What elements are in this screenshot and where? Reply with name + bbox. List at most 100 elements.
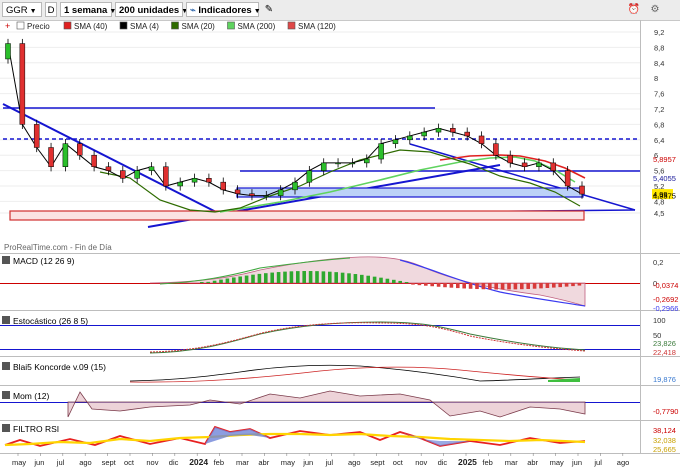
candle-body bbox=[407, 135, 413, 141]
macd-histogram-bar bbox=[558, 283, 562, 288]
candle-body bbox=[450, 128, 456, 133]
macd-panel: MACD (12 26 9) bbox=[0, 256, 640, 307]
macd-histogram-bar bbox=[564, 283, 569, 287]
macd-histogram-bar bbox=[264, 273, 268, 283]
candle-body bbox=[62, 143, 69, 168]
macd-histogram-bar bbox=[347, 273, 351, 283]
candle-body bbox=[392, 139, 399, 144]
macd-histogram-bar bbox=[449, 283, 454, 288]
price-grid bbox=[0, 31, 640, 214]
candle-body bbox=[536, 162, 542, 167]
price-tick-label: 6,4 bbox=[654, 136, 664, 145]
candle-body bbox=[579, 185, 585, 195]
macd-histogram-bar bbox=[334, 272, 338, 283]
candle-body bbox=[19, 43, 26, 125]
candle-body bbox=[163, 166, 169, 187]
macd-histogram-bar bbox=[507, 283, 511, 290]
candle-body bbox=[507, 154, 513, 164]
period-label: 1 semana bbox=[64, 5, 108, 16]
pencil-icon[interactable]: ✎ bbox=[263, 2, 275, 17]
macd-histogram-bar bbox=[552, 283, 556, 288]
macd-value-label: -0,2692 bbox=[653, 295, 678, 304]
rsi-filter-panel: FILTRO RSI bbox=[2, 424, 586, 447]
price-tick-label: 6,8 bbox=[654, 120, 664, 129]
zone-rectangle-red bbox=[9, 210, 585, 221]
x-axis-label: jul bbox=[56, 458, 65, 467]
chevron-down-icon: ▼ bbox=[253, 8, 261, 15]
macd-histogram-bar bbox=[430, 283, 434, 287]
macd-histogram-bar bbox=[462, 283, 466, 289]
macd-histogram-bar bbox=[411, 283, 415, 285]
x-axis-label: 2025 bbox=[458, 457, 477, 467]
symbol-label: GGR bbox=[6, 5, 28, 16]
price-tick-label: 8,4 bbox=[654, 59, 664, 68]
macd-histogram-bar bbox=[385, 278, 390, 283]
macd-histogram-bar bbox=[315, 271, 319, 283]
macd-histogram-bar bbox=[539, 283, 543, 289]
x-axis-label: dic bbox=[438, 458, 448, 467]
x-axis-label: may bbox=[12, 458, 26, 467]
alarm-clock-icon[interactable]: ⏰ bbox=[626, 2, 642, 17]
x-axis-label: oct bbox=[393, 458, 404, 467]
macd-histogram-bar bbox=[360, 274, 364, 283]
x-axis-label: jul bbox=[325, 458, 334, 467]
indicators-label: Indicadores bbox=[198, 5, 252, 16]
macd-histogram-bar bbox=[366, 275, 370, 283]
macd-histogram-bar bbox=[328, 271, 332, 283]
candle-body bbox=[91, 154, 97, 167]
macd-histogram-bar bbox=[436, 283, 441, 287]
macd-histogram-bar bbox=[379, 277, 383, 283]
candle-body bbox=[5, 43, 11, 60]
stochastic-value-label: 23,826 bbox=[653, 339, 676, 348]
candle-body bbox=[263, 195, 270, 197]
candle-body bbox=[521, 162, 528, 167]
legend-label: SMA (200) bbox=[238, 22, 276, 31]
symbol-selector[interactable]: GGR ▼ bbox=[2, 2, 42, 17]
candle-body bbox=[464, 131, 470, 137]
x-axis-label: mar bbox=[505, 458, 518, 467]
stochastic-title: Estocástico (26 8 5) bbox=[13, 316, 88, 326]
legend: + Precio SMA (40) SMA (4) SMA (20) SMA (200) S… bbox=[5, 21, 336, 31]
x-axis-label: abr bbox=[258, 458, 269, 467]
macd-histogram-bar bbox=[238, 276, 242, 283]
legend-swatch bbox=[16, 21, 25, 30]
drawing-mode-button[interactable]: D bbox=[45, 2, 57, 17]
candle-body bbox=[435, 128, 442, 133]
candle-body bbox=[550, 162, 557, 171]
settings-icon[interactable]: ⚙ bbox=[648, 2, 662, 17]
macd-title: MACD (12 26 9) bbox=[13, 256, 75, 266]
rsi-value-label: 38,124 bbox=[653, 426, 676, 435]
chart-area: + Precio SMA (40) SMA (4) SMA (20) SMA (200) S… bbox=[0, 20, 680, 467]
candle-body bbox=[277, 189, 284, 196]
legend-swatch bbox=[63, 21, 72, 30]
stochastic-tick-label: 100 bbox=[653, 316, 666, 325]
units-selector[interactable]: 200 unidades ▼ bbox=[115, 2, 188, 17]
x-axis-label: ago bbox=[617, 458, 630, 467]
x-axis-label: abr bbox=[527, 458, 538, 467]
candle-body bbox=[306, 170, 313, 183]
macd-histogram-bar bbox=[468, 283, 473, 289]
macd-histogram-bar bbox=[232, 277, 236, 283]
macd-histogram-bar bbox=[251, 274, 255, 283]
x-axis-label: 2024 bbox=[189, 457, 208, 467]
macd-histogram-bar bbox=[456, 283, 460, 289]
x-axis-label: ago bbox=[79, 458, 92, 467]
x-axis-label: jun bbox=[302, 458, 313, 467]
legend-swatch bbox=[287, 21, 296, 30]
period-selector[interactable]: 1 semana ▼ bbox=[60, 2, 116, 17]
x-axis: may jun jul ago sept oct nov dic 2024 feb mar abr ma… bbox=[12, 453, 629, 467]
candle-body bbox=[33, 124, 40, 148]
macd-histogram-bar bbox=[206, 281, 210, 283]
price-level-label: 5,4055 bbox=[653, 174, 676, 183]
candle-body bbox=[134, 170, 140, 179]
candle-body bbox=[177, 181, 183, 187]
descending-trendline bbox=[2, 103, 223, 216]
candle-body bbox=[191, 178, 198, 183]
candle-body bbox=[378, 143, 384, 160]
price-tick-label: 9,2 bbox=[654, 28, 664, 37]
macd-histogram-bar bbox=[571, 283, 575, 287]
momentum-title: Mom (12) bbox=[13, 391, 50, 401]
macd-histogram-bar bbox=[443, 283, 447, 288]
indicators-button[interactable]: ⌁ Indicadores ▼ bbox=[186, 2, 261, 17]
macd-histogram-bar bbox=[302, 271, 306, 283]
